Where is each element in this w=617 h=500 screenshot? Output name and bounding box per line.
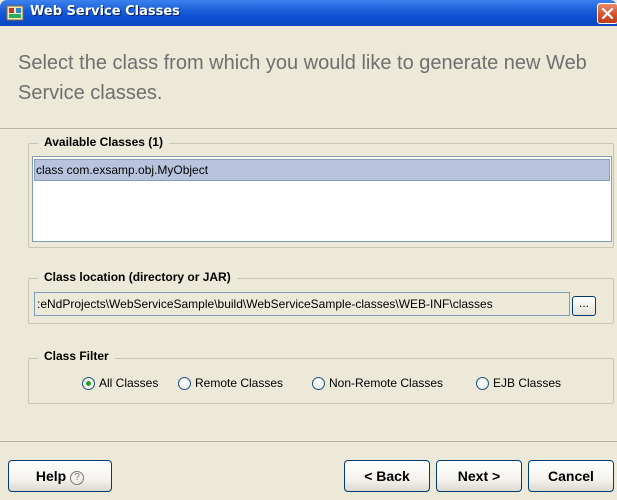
web-service-icon	[6, 5, 24, 21]
window-title: Web Service Classes	[30, 4, 180, 19]
footer-divider	[0, 441, 617, 442]
radio-non-remote-classes[interactable]: Non-Remote Classes	[312, 374, 443, 392]
browse-button[interactable]: ...	[572, 296, 596, 316]
available-classes-list[interactable]: class com.exsamp.obj.MyObject	[32, 156, 612, 242]
class-filter-label: Class Filter	[38, 349, 115, 363]
header-divider	[0, 128, 617, 129]
dialog-window: Web Service Classes Select the class fro…	[0, 0, 617, 500]
header-instructions: Select the class from which you would li…	[18, 52, 587, 104]
close-icon	[601, 7, 614, 20]
radio-button[interactable]	[476, 376, 489, 390]
close-button[interactable]	[597, 3, 617, 24]
radio-all-classes[interactable]: All Classes	[82, 374, 158, 392]
radio-label: EJB Classes	[493, 376, 562, 390]
back-button[interactable]: < Back	[344, 460, 430, 492]
class-location-field[interactable]: :eNdProjects\WebServiceSample\build\WebS…	[34, 292, 570, 316]
next-button[interactable]: Next >	[436, 460, 522, 492]
list-item[interactable]: class com.exsamp.obj.MyObject	[34, 159, 610, 181]
title-bar[interactable]: Web Service Classes	[0, 0, 617, 26]
radio-button-checked[interactable]	[82, 376, 95, 390]
radio-remote-classes[interactable]: Remote Classes	[178, 374, 283, 392]
radio-label: Remote Classes	[195, 376, 284, 390]
radio-ejb-classes[interactable]: EJB Classes	[476, 374, 561, 392]
cancel-button[interactable]: Cancel	[528, 460, 614, 492]
help-circle-icon: ?	[70, 471, 85, 485]
radio-button[interactable]	[178, 376, 191, 390]
radio-button[interactable]	[312, 376, 325, 390]
class-location-label: Class location (directory or JAR)	[38, 270, 237, 284]
radio-label: Non-Remote Classes	[329, 376, 444, 390]
radio-label: All Classes	[99, 376, 159, 390]
help-button-label: Help	[35, 468, 67, 484]
available-classes-label: Available Classes (1)	[38, 135, 169, 149]
help-button[interactable]: Help?	[8, 460, 112, 492]
